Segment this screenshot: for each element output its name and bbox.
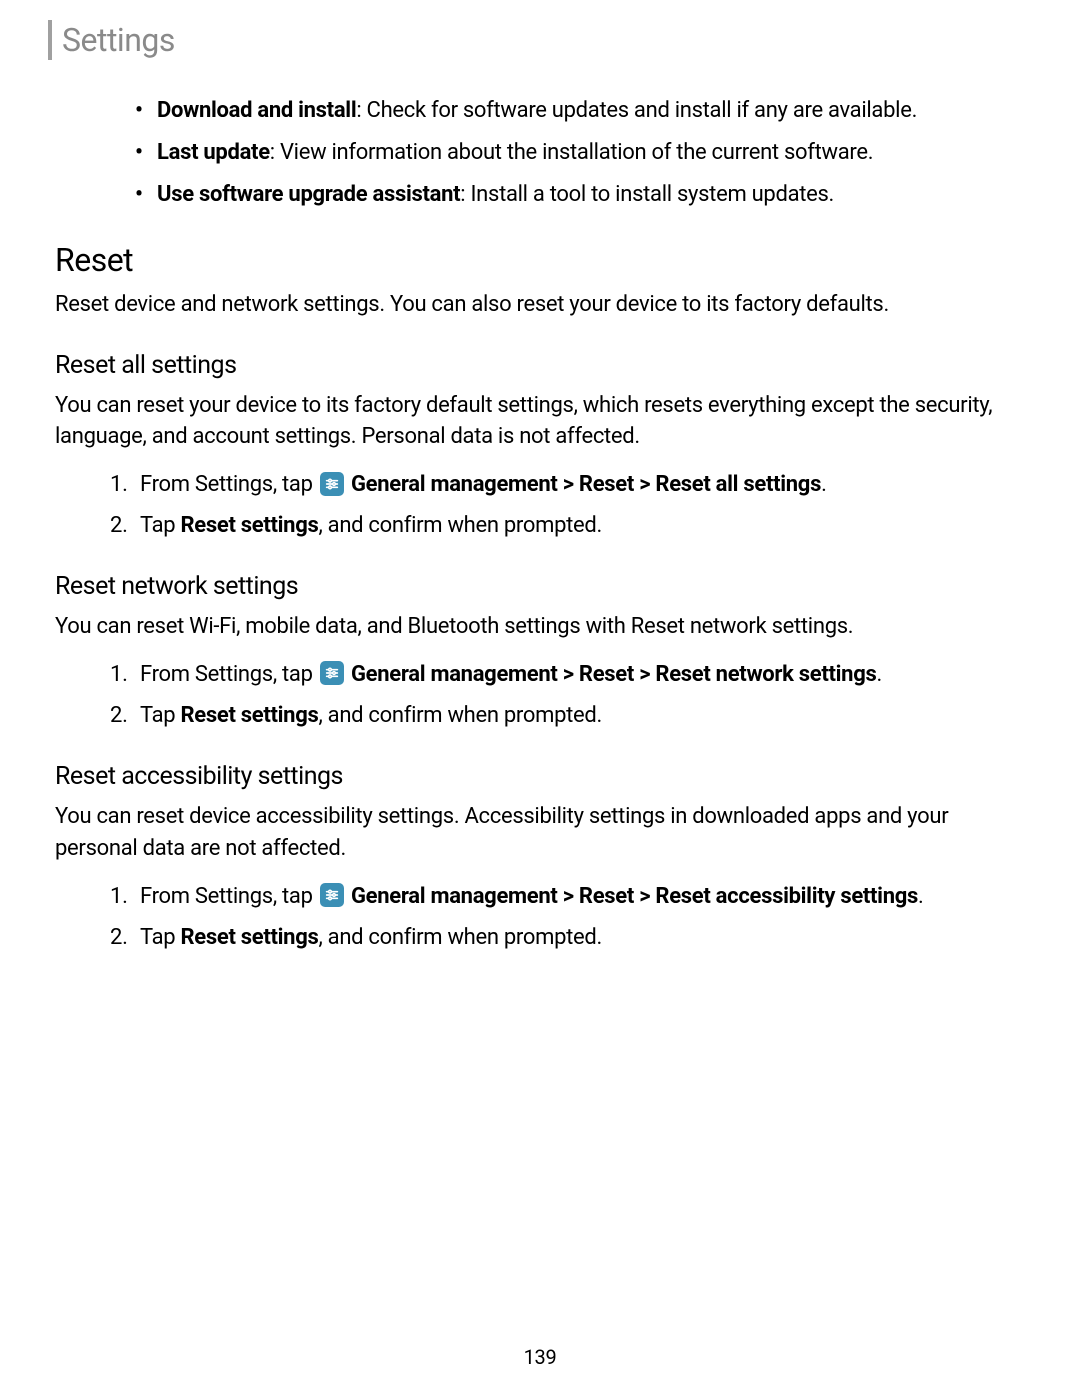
bullet-text: : Check for software updates and install…: [356, 98, 917, 123]
step-text-suffix: .: [918, 884, 924, 909]
step-text-prefix: From Settings, tap: [140, 662, 318, 687]
reset-all-description: You can reset your device to its factory…: [55, 390, 1025, 454]
step-number: 2.: [110, 699, 128, 732]
reset-description: Reset device and network settings. You c…: [55, 289, 1025, 321]
header-accent-bar: [48, 20, 52, 60]
step-text-prefix: Tap: [140, 703, 181, 728]
page-header: Settings: [48, 20, 175, 60]
step-text-bold: General management > Reset > Reset all s…: [351, 472, 821, 497]
reset-all-steps: 1. From Settings, tap General management…: [110, 468, 1025, 542]
step-1: 1. From Settings, tap General management…: [110, 880, 1025, 913]
reset-accessibility-steps: 1. From Settings, tap General management…: [110, 880, 1025, 954]
step-text-bold: General management > Reset > Reset acces…: [351, 884, 918, 909]
step-number: 2.: [110, 921, 128, 954]
bullet-label: Last update: [157, 140, 270, 165]
page-number: 139: [0, 1345, 1080, 1369]
step-number: 2.: [110, 509, 128, 542]
step-1: 1. From Settings, tap General management…: [110, 468, 1025, 501]
step-text-prefix: From Settings, tap: [140, 472, 318, 497]
step-text-prefix: From Settings, tap: [140, 884, 318, 909]
step-text-bold: Reset settings: [181, 925, 319, 950]
header-title: Settings: [62, 21, 175, 59]
general-management-icon: [320, 472, 344, 496]
step-number: 1.: [110, 880, 128, 913]
bullet-download-install: Download and install: Check for software…: [135, 95, 1025, 127]
step-2: 2. Tap Reset settings, and confirm when …: [110, 699, 1025, 732]
reset-network-description: You can reset Wi-Fi, mobile data, and Bl…: [55, 611, 1025, 643]
step-text-bold: Reset settings: [181, 703, 319, 728]
content-area: Download and install: Check for software…: [55, 95, 1025, 962]
bullet-upgrade-assistant: Use software upgrade assistant: Install …: [135, 179, 1025, 211]
bullet-text: : View information about the installatio…: [270, 140, 873, 165]
step-number: 1.: [110, 468, 128, 501]
step-text-bold: General management > Reset > Reset netwo…: [351, 662, 877, 687]
heading-reset-network: Reset network settings: [55, 572, 1025, 601]
step-number: 1.: [110, 658, 128, 691]
step-1: 1. From Settings, tap General management…: [110, 658, 1025, 691]
step-text-prefix: Tap: [140, 513, 181, 538]
step-2: 2. Tap Reset settings, and confirm when …: [110, 921, 1025, 954]
heading-reset-accessibility: Reset accessibility settings: [55, 762, 1025, 791]
step-2: 2. Tap Reset settings, and confirm when …: [110, 509, 1025, 542]
bullet-text: : Install a tool to install system updat…: [460, 182, 834, 207]
step-text-bold: Reset settings: [181, 513, 319, 538]
heading-reset: Reset: [55, 241, 1025, 279]
general-management-icon: [320, 883, 344, 907]
step-text-suffix: , and confirm when prompted.: [318, 925, 602, 950]
general-management-icon: [320, 661, 344, 685]
reset-network-steps: 1. From Settings, tap General management…: [110, 658, 1025, 732]
software-update-bullets: Download and install: Check for software…: [135, 95, 1025, 211]
step-text-suffix: , and confirm when prompted.: [318, 703, 602, 728]
heading-reset-all: Reset all settings: [55, 351, 1025, 380]
step-text-suffix: .: [877, 662, 883, 687]
bullet-label: Download and install: [157, 98, 356, 123]
step-text-suffix: , and confirm when prompted.: [318, 513, 602, 538]
step-text-suffix: .: [821, 472, 827, 497]
step-text-prefix: Tap: [140, 925, 181, 950]
reset-accessibility-description: You can reset device accessibility setti…: [55, 801, 1025, 865]
bullet-last-update: Last update: View information about the …: [135, 137, 1025, 169]
bullet-label: Use software upgrade assistant: [157, 182, 460, 207]
